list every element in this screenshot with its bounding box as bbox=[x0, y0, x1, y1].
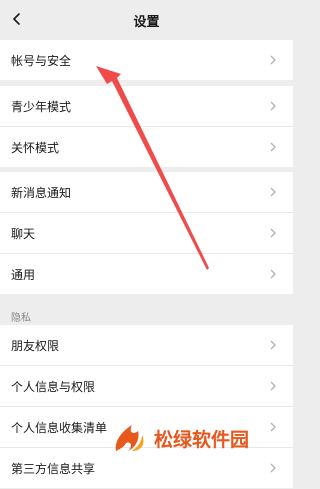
chevron-right-icon bbox=[270, 228, 276, 238]
menu-item-label: 聊天 bbox=[11, 227, 36, 241]
menu-item-label: 帐号与安全 bbox=[11, 54, 72, 68]
watermark-text: 松绿软件园 bbox=[154, 428, 250, 451]
watermark: 松绿软件园 bbox=[112, 418, 293, 458]
menu-item-care-mode[interactable]: 关怀模式 bbox=[0, 127, 293, 167]
menu-item-account-security[interactable]: 帐号与安全 bbox=[0, 40, 293, 80]
group-modes: 青少年模式 关怀模式 bbox=[0, 86, 293, 167]
menu-item-chat[interactable]: 聊天 bbox=[0, 213, 293, 254]
chevron-right-icon bbox=[270, 55, 276, 65]
chevron-right-icon bbox=[270, 101, 276, 111]
menu-item-label: 关怀模式 bbox=[11, 141, 60, 155]
menu-item-label: 青少年模式 bbox=[11, 100, 72, 114]
menu-item-notifications[interactable]: 新消息通知 bbox=[0, 172, 293, 213]
menu-item-general[interactable]: 通用 bbox=[0, 254, 293, 294]
menu-item-label: 个人信息收集清单 bbox=[11, 421, 108, 435]
menu-item-teen-mode[interactable]: 青少年模式 bbox=[0, 86, 293, 127]
group-account: 帐号与安全 bbox=[0, 40, 293, 80]
page-title: 设置 bbox=[133, 15, 160, 30]
chevron-right-icon bbox=[270, 381, 276, 391]
menu-item-label: 个人信息与权限 bbox=[11, 380, 96, 394]
chevron-right-icon bbox=[270, 187, 276, 197]
menu-item-label: 第三方信息共享 bbox=[11, 462, 96, 476]
chevron-right-icon bbox=[270, 142, 276, 152]
menu-item-label: 通用 bbox=[11, 268, 36, 282]
chevron-right-icon bbox=[270, 340, 276, 350]
menu-item-personal-info-permissions[interactable]: 个人信息与权限 bbox=[0, 366, 293, 407]
chevron-right-icon bbox=[270, 269, 276, 279]
chevron-right-icon bbox=[270, 463, 276, 473]
menu-item-label: 新消息通知 bbox=[11, 186, 72, 200]
menu-item-friend-permissions[interactable]: 朋友权限 bbox=[0, 325, 293, 366]
section-label-privacy: 隐私 bbox=[11, 313, 31, 324]
group-general: 新消息通知 聊天 通用 bbox=[0, 172, 293, 294]
flame-logo-icon bbox=[115, 425, 144, 451]
group-privacy: 朋友权限 个人信息与权限 个人信息收集清单 第三方信息共享 bbox=[0, 325, 293, 488]
menu-item-label: 朋友权限 bbox=[11, 339, 60, 353]
nav-bar: 设置 bbox=[0, 0, 293, 40]
